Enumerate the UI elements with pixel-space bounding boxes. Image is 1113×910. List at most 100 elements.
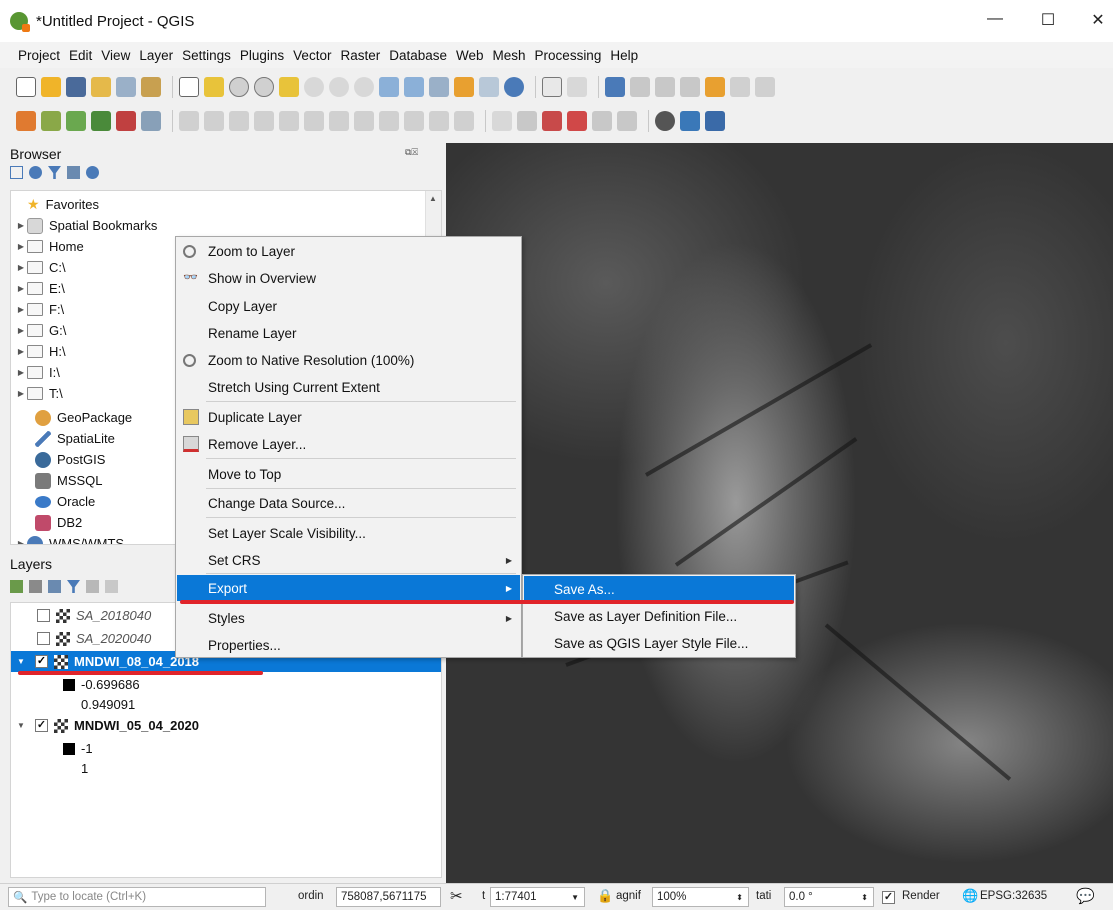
current-edits-icon[interactable]: [179, 111, 199, 131]
menu-edit[interactable]: Edit: [69, 48, 92, 63]
menu-database[interactable]: Database: [389, 48, 447, 63]
menu-set-crs[interactable]: Set CRS ▶: [177, 547, 520, 573]
messages-icon[interactable]: 💬: [1076, 887, 1095, 905]
open-layer-styling-icon[interactable]: [10, 580, 23, 593]
manage-map-themes-icon[interactable]: [48, 580, 61, 593]
zoom-out-icon[interactable]: [254, 77, 274, 97]
browser-item-oracle[interactable]: Oracle: [35, 491, 95, 512]
menu-view[interactable]: View: [101, 48, 130, 63]
expand-all-icon[interactable]: [105, 580, 118, 593]
browser-item-db2[interactable]: DB2: [35, 512, 82, 533]
toggle-editing-icon[interactable]: [204, 111, 224, 131]
zoom-last-icon[interactable]: [379, 77, 399, 97]
maximize-button[interactable]: ☐: [1033, 10, 1063, 30]
submenu-save-layer-definition[interactable]: Save as Layer Definition File...: [524, 603, 794, 629]
redo-icon[interactable]: [454, 111, 474, 131]
menu-zoom-to-layer[interactable]: Zoom to Layer: [177, 238, 520, 264]
zoom-native-icon[interactable]: [354, 77, 374, 97]
map-canvas[interactable]: [446, 143, 1113, 883]
new-project-icon[interactable]: [16, 77, 36, 97]
new-map-view-icon[interactable]: [429, 77, 449, 97]
highlight-labels-icon[interactable]: [567, 111, 587, 131]
rotation-spinbox[interactable]: 0.0 ° ⬍: [784, 887, 874, 907]
collapse-all-icon[interactable]: [67, 166, 80, 179]
menu-zoom-native[interactable]: Zoom to Native Resolution (100%): [177, 347, 520, 373]
submenu-save-as[interactable]: Save As...: [524, 576, 794, 602]
menu-styles[interactable]: Styles ▶: [177, 605, 520, 631]
menu-vector[interactable]: Vector: [293, 48, 331, 63]
menu-scale-visibility[interactable]: Set Layer Scale Visibility...: [177, 520, 520, 546]
layer-mndwi-2020[interactable]: ▼ ✓ MNDWI_05_04_2020: [11, 715, 199, 736]
zoom-selection-icon[interactable]: [304, 77, 324, 97]
undo-icon[interactable]: [429, 111, 449, 131]
browser-item-spatial-bookmarks[interactable]: ▶ Spatial Bookmarks: [15, 215, 157, 236]
browser-item-drive-e[interactable]: ▶ E:\: [15, 278, 65, 299]
scroll-up-icon[interactable]: ▲: [429, 194, 437, 203]
delete-selected-icon[interactable]: [329, 111, 349, 131]
menu-copy-layer[interactable]: Copy Layer: [177, 293, 520, 319]
identify-icon[interactable]: [542, 77, 562, 97]
menu-plugins[interactable]: Plugins: [240, 48, 284, 63]
menu-project[interactable]: Project: [18, 48, 60, 63]
menu-processing[interactable]: Processing: [535, 48, 602, 63]
pan-icon[interactable]: [179, 77, 199, 97]
browser-item-drive-i[interactable]: ▶ I:\: [15, 362, 60, 383]
enable-properties-icon[interactable]: [86, 166, 99, 179]
toggle-extents-icon[interactable]: ✂: [450, 887, 463, 905]
menu-layer[interactable]: Layer: [139, 48, 173, 63]
browser-item-spatialite[interactable]: SpatiaLite: [35, 428, 115, 449]
layer-visibility-checkbox[interactable]: ✓: [35, 655, 48, 668]
collapse-arrow-icon[interactable]: ▼: [15, 721, 27, 730]
browser-item-drive-c[interactable]: ▶ C:\: [15, 257, 66, 278]
add-selected-layers-icon[interactable]: [10, 166, 23, 179]
menu-move-to-top[interactable]: Move to Top: [177, 461, 520, 487]
render-checkbox[interactable]: ✓: [882, 891, 895, 904]
statistics-icon[interactable]: [730, 77, 750, 97]
zoom-next-icon[interactable]: [404, 77, 424, 97]
cut-features-icon[interactable]: [354, 111, 374, 131]
submenu-save-qgis-style[interactable]: Save as QGIS Layer Style File...: [524, 630, 794, 656]
add-feature-icon[interactable]: [254, 111, 274, 131]
browser-item-drive-f[interactable]: ▶ F:\: [15, 299, 64, 320]
refresh-icon[interactable]: [504, 77, 524, 97]
layer-labeling-icon[interactable]: [517, 111, 537, 131]
browser-item-mssql[interactable]: MSSQL: [35, 470, 103, 491]
layer-sa-2020[interactable]: SA_2020040: [37, 628, 151, 649]
close-button[interactable]: ✕: [1083, 10, 1113, 30]
select-value-icon[interactable]: [630, 77, 650, 97]
bookmark-icon[interactable]: [454, 77, 474, 97]
menu-remove-layer[interactable]: Remove Layer...: [177, 431, 520, 457]
menu-mesh[interactable]: Mesh: [493, 48, 526, 63]
panel-float-close-icon[interactable]: ⧉☒: [405, 147, 435, 159]
browser-item-favorites[interactable]: ★ Favorites: [15, 194, 99, 215]
menu-stretch-extent[interactable]: Stretch Using Current Extent: [177, 374, 520, 400]
add-virtual-layer-icon[interactable]: [141, 111, 161, 131]
add-spatialite-icon[interactable]: [116, 111, 136, 131]
filter-expression-icon[interactable]: [86, 580, 99, 593]
zoom-full-icon[interactable]: [279, 77, 299, 97]
scale-combobox[interactable]: 1:77401 ▼: [490, 887, 585, 907]
crs-label[interactable]: EPSG:32635: [980, 890, 1047, 902]
deselect-icon[interactable]: [655, 77, 675, 97]
menu-help[interactable]: Help: [610, 48, 638, 63]
menu-properties[interactable]: Properties...: [177, 632, 520, 658]
menu-duplicate-layer[interactable]: Duplicate Layer: [177, 404, 520, 430]
select-features-icon[interactable]: [605, 77, 625, 97]
add-vector-layer-icon[interactable]: [41, 111, 61, 131]
layer-visibility-checkbox[interactable]: ✓: [35, 719, 48, 732]
field-calculator-icon[interactable]: [705, 77, 725, 97]
layer-visibility-checkbox[interactable]: [37, 632, 50, 645]
pan-to-selection-icon[interactable]: [204, 77, 224, 97]
menu-change-data-source[interactable]: Change Data Source...: [177, 490, 520, 516]
add-group-icon[interactable]: [29, 580, 42, 593]
pin-labels-icon[interactable]: [592, 111, 612, 131]
zoom-in-icon[interactable]: [229, 77, 249, 97]
browser-item-geopackage[interactable]: GeoPackage: [35, 407, 132, 428]
save-project-icon[interactable]: [66, 77, 86, 97]
open-project-icon[interactable]: [41, 77, 61, 97]
browser-item-wms[interactable]: ▶ WMS/WMTS: [15, 533, 124, 544]
menu-settings[interactable]: Settings: [182, 48, 231, 63]
layout-manager-icon[interactable]: [116, 77, 136, 97]
show-hide-labels-icon[interactable]: [617, 111, 637, 131]
browser-item-drive-t[interactable]: ▶ T:\: [15, 383, 63, 404]
